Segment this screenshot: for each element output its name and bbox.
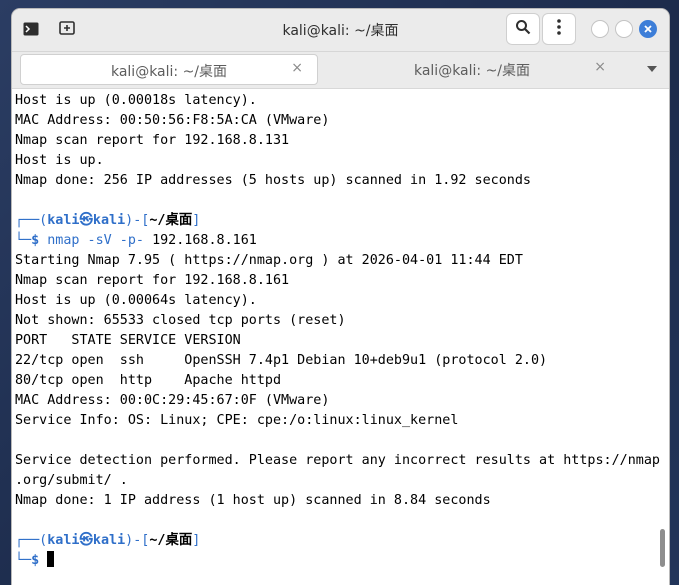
terminal-window: kali@kali: ~/桌面 kali@kali: ~/桌面 × kali@k… [12, 9, 669, 585]
tab-label: kali@kali: ~/桌面 [413, 63, 531, 79]
prompt-bracket: )-[ [125, 533, 150, 548]
terminal-line: Not shown: 65533 closed tcp ports (reset… [15, 313, 346, 328]
tab-2[interactable]: kali@kali: ~/桌面 × [324, 54, 620, 85]
terminal-line: 80/tcp open http Apache httpd [15, 373, 282, 388]
terminal-line: Nmap scan report for 192.168.8.161 [15, 273, 290, 288]
terminal-line: MAC Address: 00:0C:29:45:67:0F (VMware) [15, 393, 330, 408]
close-icon[interactable] [639, 20, 657, 38]
terminal-line: MAC Address: 00:50:56:F8:5A:CA (VMware) [15, 113, 330, 128]
terminal-line: Starting Nmap 7.95 ( https://nmap.org ) … [15, 253, 523, 268]
minimize-icon[interactable] [591, 20, 609, 38]
terminal-line: .org/submit/ . [15, 473, 128, 488]
prompt-bracket: ┌──( [15, 533, 48, 548]
terminal-line: Service Info: OS: Linux; CPE: cpe:/o:lin… [15, 413, 459, 428]
prompt-user: kali㉿kali [47, 533, 126, 548]
text-cursor [47, 551, 55, 567]
terminal-line: Host is up (0.00064s latency). [15, 293, 257, 308]
command-line[interactable]: └─$ [15, 551, 55, 571]
prompt-bracket: ] [192, 533, 201, 548]
terminal-line: Nmap scan report for 192.168.8.131 [15, 133, 290, 148]
prompt-bracket: )-[ [125, 213, 150, 228]
prompt-line: ┌──(kali㉿kali)-[~/桌面] [15, 531, 200, 551]
tab-label: kali@kali: ~/桌面 [110, 64, 228, 80]
prompt-dollar: $ [31, 553, 40, 568]
prompt-bracket: ┌──( [15, 213, 48, 228]
command-line: └─$ nmap -sV -p- 192.168.8.161 [15, 231, 257, 251]
terminal-line: Nmap done: 1 IP address (1 host up) scan… [15, 493, 491, 508]
command-text: nmap -sV -p- [39, 233, 153, 248]
terminal-line: Host is up. [15, 153, 104, 168]
tab-close-icon[interactable]: × [291, 60, 303, 76]
prompt-dollar: $ [31, 233, 40, 248]
prompt-bracket: ] [192, 213, 201, 228]
prompt-arrow: └─ [15, 553, 32, 568]
terminal-line: Service detection performed. Please repo… [15, 453, 660, 468]
search-icon [515, 19, 531, 39]
command-arg: 192.168.8.161 [152, 233, 257, 248]
maximize-icon[interactable] [615, 20, 633, 38]
scrollbar[interactable] [660, 529, 665, 567]
terminal-line: Nmap done: 256 IP addresses (5 hosts up)… [15, 173, 531, 188]
tabs-dropdown-icon[interactable] [647, 66, 657, 72]
terminal-line: Host is up (0.00018s latency). [15, 93, 257, 108]
prompt-arrow: └─ [15, 233, 32, 248]
prompt-path: ~/桌面 [149, 213, 193, 228]
prompt-path: ~/桌面 [149, 533, 193, 548]
prompt-line: ┌──(kali㉿kali)-[~/桌面] [15, 211, 200, 231]
prompt-user: kali㉿kali [47, 213, 126, 228]
terminal-line: PORT STATE SERVICE VERSION [15, 333, 241, 348]
tab-close-icon[interactable]: × [594, 59, 606, 75]
menu-button[interactable] [542, 13, 576, 45]
tab-1[interactable]: kali@kali: ~/桌面 × [20, 54, 318, 85]
kebab-menu-icon [557, 19, 561, 39]
terminal-output[interactable]: Host is up (0.00018s latency). MAC Addre… [12, 89, 669, 585]
tab-bar: kali@kali: ~/桌面 × kali@kali: ~/桌面 × [12, 52, 669, 89]
search-button[interactable] [506, 13, 540, 45]
header-bar: kali@kali: ~/桌面 [12, 9, 669, 52]
terminal-line: 22/tcp open ssh OpenSSH 7.4p1 Debian 10+… [15, 353, 548, 368]
